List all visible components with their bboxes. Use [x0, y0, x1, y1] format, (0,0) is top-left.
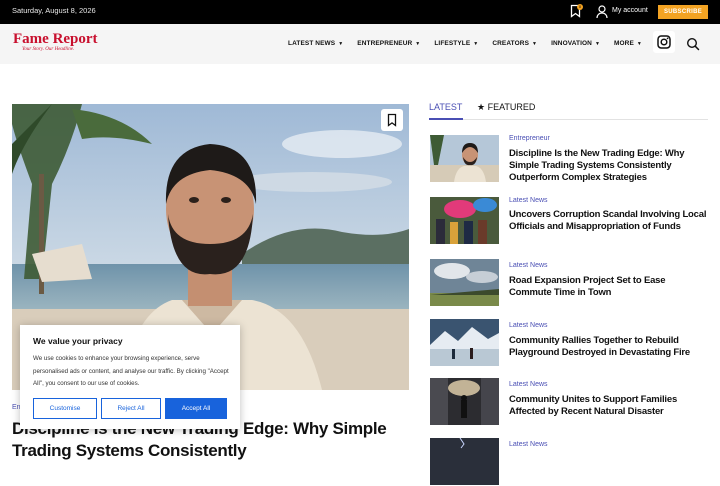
- article-category[interactable]: Latest News: [509, 322, 548, 329]
- chevron-down-icon: ▼: [415, 41, 421, 47]
- cookie-message: We use cookies to enhance your browsing …: [33, 355, 229, 387]
- instagram-icon: [657, 35, 671, 49]
- thumbnail[interactable]: [430, 197, 499, 244]
- main-nav: LATEST NEWS ▼ ENTREPRENEUR ▼ LIFESTYLE ▼ CR…: [288, 40, 656, 47]
- nav-creators[interactable]: CREATORS ▼: [492, 40, 537, 47]
- article-title[interactable]: Uncovers Corruption Scandal Involving Lo…: [509, 209, 709, 233]
- user-icon[interactable]: [596, 5, 608, 19]
- thumbnail[interactable]: [430, 319, 499, 366]
- article-title[interactable]: Discipline Is the New Trading Edge: Why …: [509, 148, 709, 184]
- list-item[interactable]: Latest News: [430, 438, 710, 486]
- article-category[interactable]: Latest News: [509, 262, 548, 269]
- site-logo[interactable]: Fame Report: [13, 32, 98, 47]
- thumbnail[interactable]: [430, 259, 499, 306]
- cookie-title: We value your privacy: [33, 336, 123, 346]
- tab-label: FEATURED: [487, 102, 536, 112]
- article-title[interactable]: Community Rallies Together to Rebuild Pl…: [509, 335, 709, 359]
- chevron-down-icon: ▼: [594, 41, 600, 47]
- thumbnail[interactable]: [430, 378, 499, 425]
- list-item[interactable]: Latest News Community Rallies Together t…: [430, 319, 710, 367]
- nav-label: MORE: [614, 40, 634, 47]
- nav-innovation[interactable]: INNOVATION ▼: [551, 40, 600, 47]
- reject-all-button[interactable]: Reject All: [101, 398, 161, 419]
- bookmark-icon: [387, 113, 397, 127]
- search-icon[interactable]: [686, 37, 700, 51]
- nav-label: INNOVATION: [551, 40, 592, 47]
- chevron-down-icon: ▼: [473, 41, 479, 47]
- chevron-down-icon: ▼: [636, 41, 642, 47]
- cookie-consent-dialog: We value your privacy We use cookies to …: [20, 325, 240, 429]
- tab-featured[interactable]: ★ FEATURED: [477, 102, 535, 113]
- article-title[interactable]: Road Expansion Project Set to Ease Commu…: [509, 275, 709, 299]
- article-title[interactable]: Community Unites to Support Families Aff…: [509, 394, 709, 418]
- nav-label: LATEST NEWS: [288, 40, 336, 47]
- nav-more[interactable]: MORE ▼: [614, 40, 642, 47]
- main-header: Fame Report Your Story. Our Headline. LA…: [0, 24, 720, 64]
- current-date: Saturday, August 8, 2026: [12, 6, 96, 15]
- nav-latest-news[interactable]: LATEST NEWS ▼: [288, 40, 343, 47]
- bookmarks-button[interactable]: 0: [570, 4, 584, 20]
- notification-badge: 0: [577, 4, 583, 10]
- customise-button[interactable]: Customise: [33, 398, 97, 419]
- site-tagline: Your Story. Our Headline.: [22, 47, 75, 52]
- nav-label: ENTREPRENEUR: [357, 40, 413, 47]
- list-item[interactable]: Latest News Community Unites to Support …: [430, 378, 710, 426]
- article-category[interactable]: Latest News: [509, 381, 548, 388]
- article-category[interactable]: Latest News: [509, 197, 548, 204]
- article-category[interactable]: Latest News: [509, 441, 548, 448]
- list-item[interactable]: Entrepreneur Discipline Is the New Tradi…: [430, 135, 710, 183]
- my-account-link[interactable]: My account: [612, 7, 648, 14]
- nav-label: LIFESTYLE: [434, 40, 471, 47]
- nav-entrepreneur[interactable]: ENTREPRENEUR ▼: [357, 40, 420, 47]
- top-bar: Saturday, August 8, 2026 0 My account SU…: [0, 0, 720, 24]
- accept-all-button[interactable]: Accept All: [165, 398, 227, 419]
- list-item[interactable]: Latest News Road Expansion Project Set t…: [430, 259, 710, 307]
- tab-latest[interactable]: LATEST: [429, 102, 462, 112]
- chevron-down-icon: ▼: [338, 41, 344, 47]
- article-category[interactable]: Entrepreneur: [509, 135, 550, 142]
- list-item[interactable]: Latest News Uncovers Corruption Scandal …: [430, 197, 710, 245]
- chevron-down-icon: ▼: [532, 41, 538, 47]
- instagram-button[interactable]: [653, 31, 675, 53]
- nav-lifestyle[interactable]: LIFESTYLE ▼: [434, 40, 478, 47]
- sidebar-tabs: LATEST ★ FEATURED: [429, 102, 708, 120]
- active-tab-indicator: [429, 118, 463, 120]
- star-icon: ★: [477, 102, 488, 112]
- thumbnail[interactable]: [430, 438, 499, 485]
- subscribe-button[interactable]: SUBSCRIBE: [658, 5, 708, 19]
- thumbnail[interactable]: [430, 135, 499, 182]
- nav-label: CREATORS: [492, 40, 530, 47]
- bookmark-button[interactable]: [381, 109, 403, 131]
